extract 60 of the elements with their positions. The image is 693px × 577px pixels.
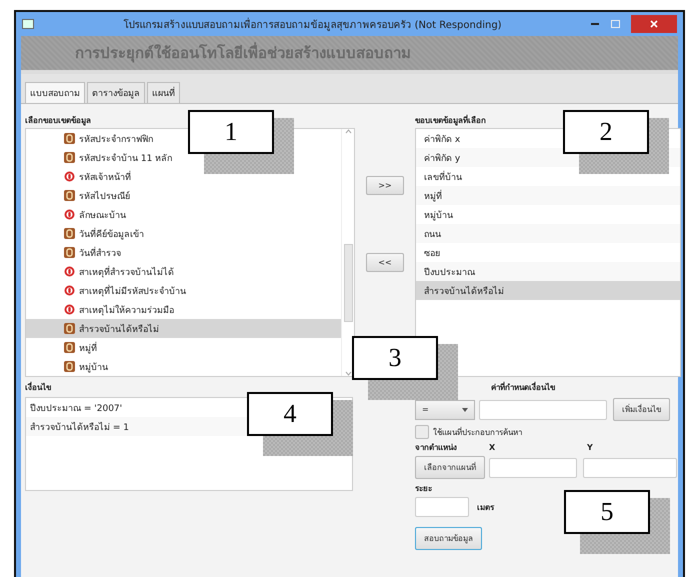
x-field[interactable] bbox=[489, 458, 577, 478]
value-field[interactable] bbox=[479, 400, 607, 420]
move-button[interactable]: << bbox=[366, 253, 404, 272]
distance-label: ระยะ bbox=[415, 483, 432, 495]
marker-icon bbox=[64, 266, 75, 277]
document-icon bbox=[64, 323, 75, 334]
number-tooltip: 2 bbox=[563, 110, 649, 154]
value-label: ค่าที่กำหนดเงื่อนไข bbox=[491, 380, 555, 394]
tab[interactable]: ตารางข้อมูล bbox=[87, 82, 145, 103]
number-tooltip: 3 bbox=[352, 336, 438, 380]
caret-icon bbox=[462, 408, 468, 412]
query-button[interactable]: สอบถามข้อมูล bbox=[415, 527, 482, 550]
marker-icon bbox=[64, 209, 75, 220]
scroll-down-icon bbox=[344, 371, 352, 376]
scroll-thumb[interactable] bbox=[344, 244, 353, 322]
list-item[interactable]: ปีงบประมาณ bbox=[416, 264, 475, 278]
scroll-up-icon bbox=[344, 129, 352, 134]
close-button[interactable] bbox=[631, 15, 677, 33]
checkbox[interactable] bbox=[415, 425, 429, 439]
list-label: ขอบเขตข้อมูลที่เลือก bbox=[415, 114, 486, 128]
document-icon bbox=[64, 190, 75, 201]
y-field[interactable] bbox=[583, 458, 677, 478]
document-icon bbox=[64, 133, 75, 144]
list-item[interactable]: หมู่ที่ bbox=[416, 188, 442, 202]
position-label: จากตำแหน่ง bbox=[415, 442, 458, 454]
distance-field[interactable] bbox=[415, 497, 469, 517]
list-item[interactable]: ซอย bbox=[416, 246, 440, 260]
document-icon bbox=[64, 152, 75, 163]
number-tooltip: 5 bbox=[564, 490, 650, 534]
document-icon bbox=[64, 247, 75, 258]
tab[interactable]: แบบสอบถาม bbox=[25, 82, 85, 103]
close-icon bbox=[650, 20, 658, 28]
document-icon bbox=[64, 342, 75, 353]
add-condition-button[interactable]: เพิ่มเงื่อนไข bbox=[613, 398, 670, 421]
app-icon bbox=[22, 19, 34, 29]
x-label: X bbox=[489, 443, 496, 452]
window-title: โปรแกรมสร้างแบบสอบถามเพื่อการสอบถามข้อมูลสุขภาพครอบครัว (Not Responding) bbox=[122, 16, 503, 32]
list-item[interactable]: เลขที่บ้าน bbox=[416, 170, 462, 184]
marker-icon bbox=[64, 285, 75, 296]
number-tooltip: 4 bbox=[247, 392, 333, 436]
list-item[interactable]: ค่าพิกัด x bbox=[416, 132, 460, 146]
number-tooltip: 1 bbox=[188, 110, 274, 154]
list-label: เลือกขอบเขตข้อมูล bbox=[25, 115, 91, 128]
list-item[interactable]: ค่าพิกัด y bbox=[416, 150, 460, 164]
move-button[interactable]: >> bbox=[366, 176, 404, 195]
y-label: Y bbox=[587, 443, 593, 452]
list-item[interactable]: หมู่บ้าน bbox=[416, 208, 453, 222]
marker-icon bbox=[64, 171, 75, 182]
list-item[interactable]: ถนน bbox=[416, 226, 441, 240]
marker-icon bbox=[64, 304, 75, 315]
unit-label: เมตร bbox=[476, 502, 494, 514]
tab[interactable]: แผนที่ bbox=[147, 82, 180, 103]
document-icon bbox=[64, 228, 75, 239]
conditions-label: เงื่อนไข bbox=[25, 380, 51, 394]
checkbox-label: ใช้แผนที่ประกอบการค้นหา bbox=[433, 426, 522, 438]
pick-from-map-button[interactable]: เลือกจากแผนที่ bbox=[415, 456, 485, 479]
condition-item[interactable]: ปีงบประมาณ = '2007' bbox=[30, 400, 122, 414]
list-item[interactable]: สำรวจบ้านได้หรือไม่ bbox=[26, 319, 341, 338]
operator-dropdown[interactable]: = bbox=[415, 400, 475, 420]
document-icon bbox=[64, 361, 75, 372]
